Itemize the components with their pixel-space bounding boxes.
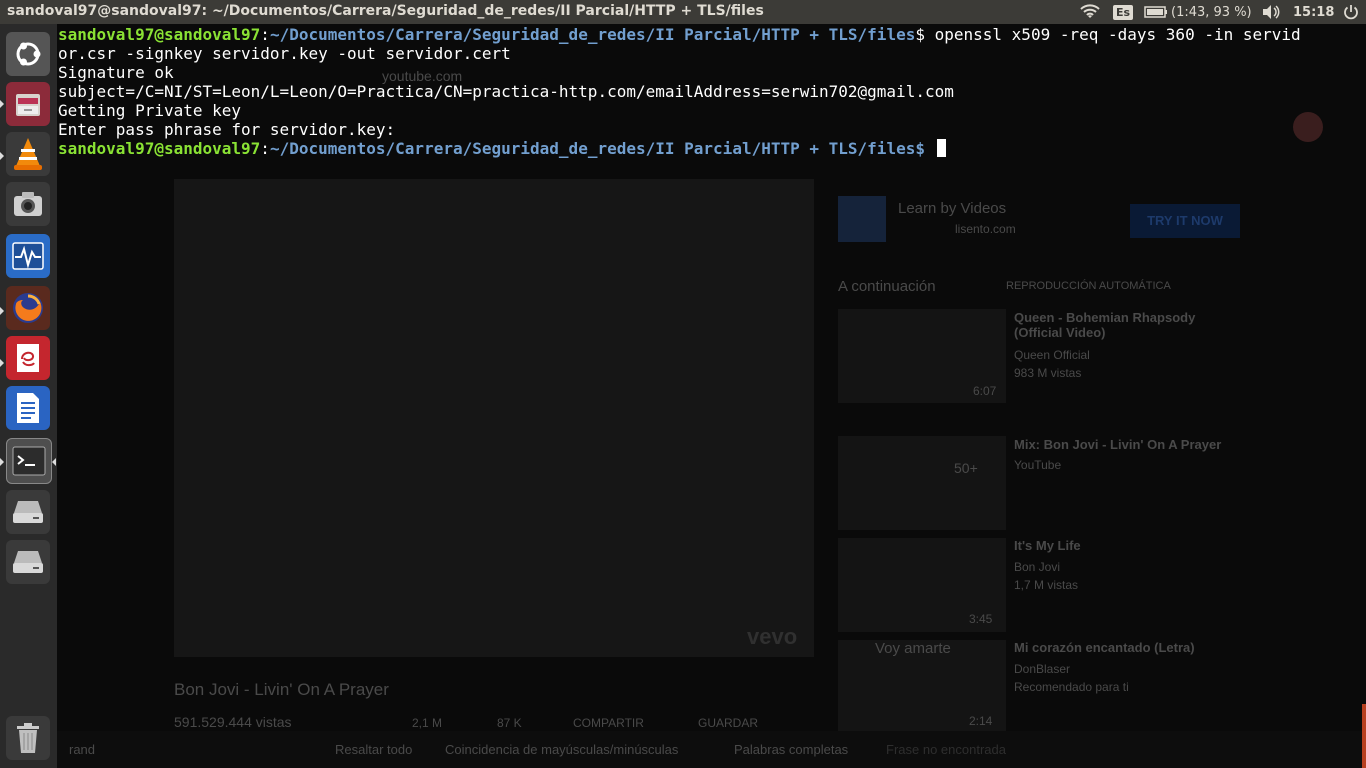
keyboard-layout: Es (1113, 4, 1134, 20)
prompt-user: sandoval97@sandoval97 (58, 25, 261, 44)
trash-icon[interactable] (6, 716, 50, 760)
disk-drive-icon[interactable] (6, 540, 50, 584)
terminal-icon[interactable] (6, 438, 52, 484)
volume-icon[interactable] (1261, 0, 1281, 24)
system-monitor-icon[interactable] (6, 234, 50, 278)
launcher (0, 24, 57, 768)
ubuntu-dash-icon[interactable] (6, 32, 50, 76)
battery-icon[interactable]: (1:43, 93 %) (1144, 0, 1252, 24)
vlc-icon[interactable] (6, 132, 50, 176)
command-text: $ openssl x509 -req -days 360 -in servid (915, 25, 1301, 44)
firefox-icon[interactable] (6, 286, 50, 330)
keyboard-icon[interactable]: Es (1113, 0, 1134, 24)
terminal-line: Signature ok (58, 63, 174, 82)
terminal-prompt-line[interactable]: sandoval97@sandoval97:~/Documentos/Carre… (58, 139, 946, 158)
terminal-line: Getting Private key (58, 101, 242, 120)
terminal-window[interactable]: sandoval97@sandoval97:~/Documentos/Carre… (57, 24, 1366, 768)
prompt-path: ~/Documentos/Carrera/Seguridad_de_redes/… (269, 139, 916, 158)
battery-status: (1:43, 93 %) (1171, 4, 1252, 20)
evince-icon[interactable] (6, 336, 50, 380)
prompt-path: ~/Documentos/Carrera/Seguridad_de_redes/… (269, 25, 916, 44)
prompt-symbol: $ (915, 139, 935, 158)
clock[interactable]: 15:18 (1293, 0, 1334, 24)
libreoffice-writer-icon[interactable] (6, 386, 50, 430)
top-panel: sandoval97@sandoval97: ~/Documentos/Carr… (0, 0, 1366, 24)
power-icon[interactable] (1343, 0, 1359, 24)
terminal-line: subject=/C=NI/ST=Leon/L=Leon/O=Practica/… (58, 82, 954, 101)
disk-drive-icon[interactable] (6, 490, 50, 534)
camera-icon[interactable] (6, 182, 50, 226)
files-icon[interactable] (6, 82, 50, 126)
terminal-line: or.csr -signkey servidor.key -out servid… (58, 44, 511, 63)
wifi-icon[interactable] (1080, 0, 1100, 24)
prompt-user: sandoval97@sandoval97 (58, 139, 261, 158)
terminal-line: sandoval97@sandoval97:~/Documentos/Carre… (58, 25, 1301, 44)
window-title: sandoval97@sandoval97: ~/Documentos/Carr… (7, 3, 764, 19)
terminal-line: Enter pass phrase for servidor.key: (58, 120, 396, 139)
text-cursor (936, 139, 946, 157)
